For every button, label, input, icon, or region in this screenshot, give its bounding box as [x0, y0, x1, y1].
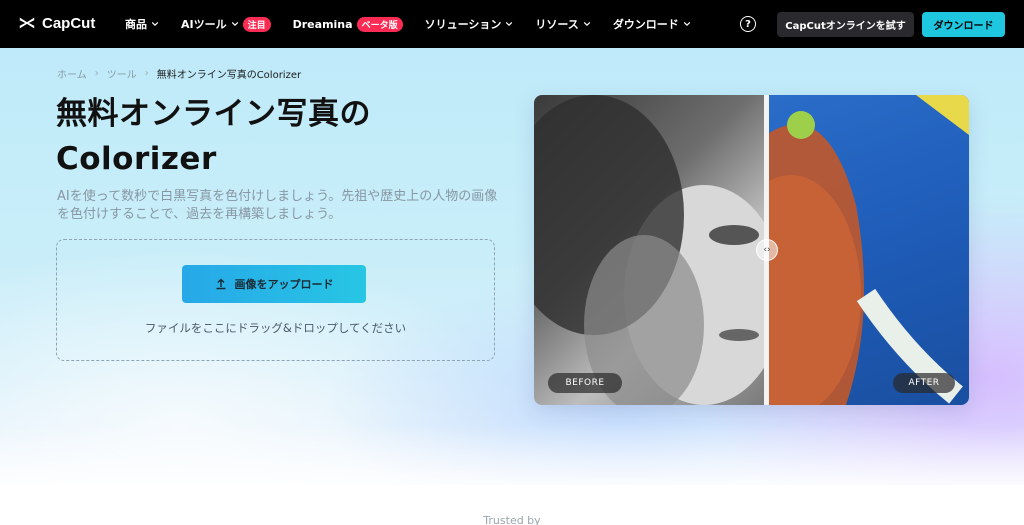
upload-image-button[interactable]: 画像をアップロード	[182, 265, 366, 303]
nav-item-resources[interactable]: リソース	[535, 16, 591, 32]
nav-item-download[interactable]: ダウンロード	[613, 16, 691, 32]
breadcrumb-current: 無料オンライン写真のColorizer	[156, 70, 302, 81]
before-after-comparison[interactable]: ‹› BEFORE AFTER	[534, 95, 969, 405]
nav-item-dreamina[interactable]: Dreamina ベータ版	[292, 16, 403, 32]
top-nav: CapCut 商品 AIツール 注目 Dreamina ベータ版 ソリューション…	[0, 0, 1024, 48]
nav-item-solutions[interactable]: ソリューション	[425, 16, 514, 32]
after-label: AFTER	[893, 373, 955, 393]
nav-item-label: 商品	[125, 18, 147, 31]
breadcrumb-home[interactable]: ホーム	[57, 66, 87, 81]
before-label: BEFORE	[548, 373, 622, 393]
logo-text: CapCut	[42, 14, 96, 32]
breadcrumb: ホーム › ツール › 無料オンライン写真のColorizer	[57, 66, 301, 81]
upload-button-label: 画像をアップロード	[234, 278, 334, 291]
upload-icon	[216, 278, 225, 290]
page-title-line2: Colorizer	[56, 141, 217, 177]
breadcrumb-tools[interactable]: ツール	[107, 66, 137, 81]
chevron-down-icon	[151, 21, 159, 27]
featured-badge: 注目	[242, 16, 271, 32]
nav-item-label: ソリューション	[424, 18, 502, 31]
chevron-down-icon	[583, 21, 591, 27]
drop-hint: ファイルをここにドラッグ&ドロップしてください	[144, 321, 407, 335]
page-title: 無料オンライン写真の Colorizer	[56, 92, 476, 182]
download-button[interactable]: ダウンロード	[922, 12, 1005, 37]
hero-description: AIを使って数秒で白黒写真を色付けしましょう。先祖や歴史上の人物の画像を色付けす…	[57, 189, 498, 222]
capcut-logo[interactable]: CapCut	[18, 14, 95, 32]
before-photo-illustration	[534, 95, 766, 405]
trusted-by-heading: Trusted by	[483, 514, 541, 525]
hero-section: ホーム › ツール › 無料オンライン写真のColorizer 無料オンライン写…	[0, 48, 1024, 485]
page-title-line1: 無料オンライン写真の	[56, 96, 371, 132]
help-icon[interactable]: ?	[740, 16, 756, 32]
try-online-button[interactable]: CapCutオンラインを試す	[777, 12, 914, 37]
capcut-logo-icon	[19, 17, 35, 29]
file-dropzone[interactable]: 画像をアップロード ファイルをここにドラッグ&ドロップしてください	[56, 239, 495, 361]
nav-menu: 商品 AIツール 注目 Dreamina ベータ版 ソリューション リソース ダ…	[125, 0, 713, 48]
beta-badge: ベータ版	[356, 16, 403, 32]
chevron-down-icon	[683, 21, 691, 27]
after-image	[766, 95, 969, 405]
before-image	[534, 95, 766, 405]
breadcrumb-separator: ›	[144, 68, 149, 79]
nav-item-products[interactable]: 商品	[125, 16, 159, 32]
nav-item-ai-tools[interactable]: AIツール 注目	[181, 16, 271, 32]
nav-item-label: ダウンロード	[612, 18, 679, 31]
hero-fade	[0, 425, 1024, 485]
nav-item-label: Dreamina	[292, 17, 353, 31]
chevron-down-icon	[506, 21, 513, 27]
breadcrumb-separator: ›	[94, 68, 99, 79]
nav-item-label: リソース	[535, 18, 579, 31]
drag-handle-icon[interactable]: ‹›	[756, 239, 778, 261]
chevron-down-icon	[231, 21, 238, 27]
nav-item-label: AIツール	[181, 18, 227, 31]
after-photo-illustration	[766, 95, 969, 405]
